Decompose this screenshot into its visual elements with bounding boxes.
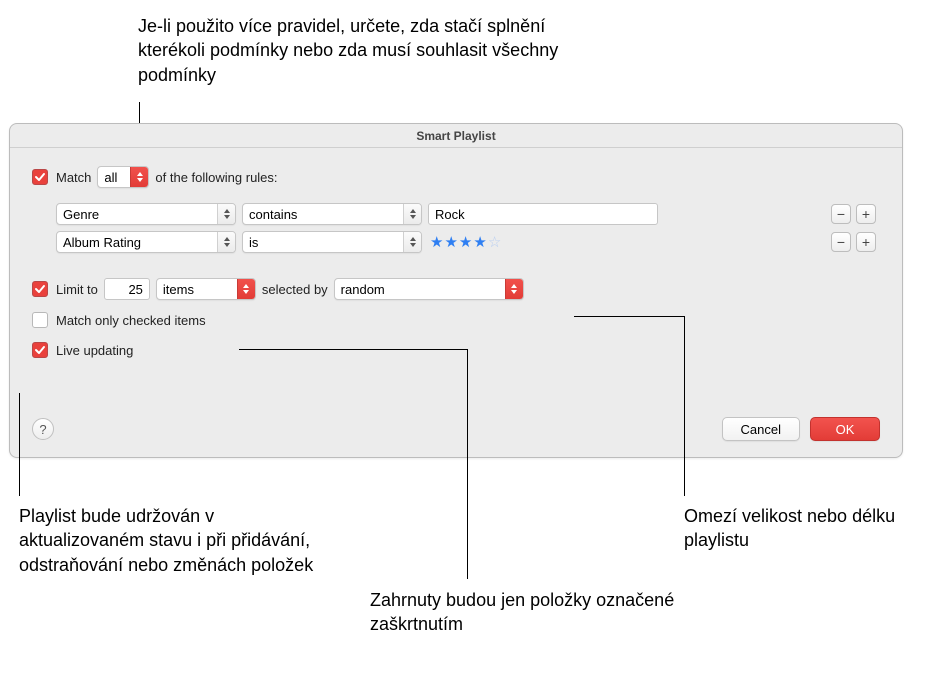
updown-icon — [237, 279, 255, 299]
selected-by-label: selected by — [262, 282, 328, 297]
check-icon — [34, 344, 46, 356]
callout-mid-vline — [467, 349, 468, 579]
rule-op-select[interactable]: is — [242, 231, 422, 253]
smart-playlist-dialog: Smart Playlist Match all of the followin… — [9, 123, 903, 458]
limit-row: Limit to 25 items selected by random — [32, 278, 880, 300]
rating-stars[interactable]: ★ ★ ★ ★ ☆ — [430, 235, 501, 250]
live-updating-row: Live updating — [32, 342, 880, 358]
callout-right-vline — [684, 316, 685, 496]
limit-value-text: 25 — [128, 282, 142, 297]
callout-mid-hline — [239, 349, 467, 350]
add-rule-button[interactable]: + — [856, 232, 876, 252]
limit-label: Limit to — [56, 282, 98, 297]
ok-button[interactable]: OK — [810, 417, 880, 441]
rule-field-value: Album Rating — [63, 235, 211, 250]
check-icon — [34, 171, 46, 183]
match-checked-label: Match only checked items — [56, 313, 206, 328]
updown-icon — [130, 167, 148, 187]
callout-right-hline — [574, 316, 684, 317]
match-mode-value: all — [104, 170, 124, 185]
updown-icon — [505, 279, 523, 299]
limit-unit-select[interactable]: items — [156, 278, 256, 300]
rule-value-text: Rock — [435, 207, 465, 222]
callout-right: Omezí velikost nebo délku playlistu — [684, 504, 904, 553]
rule-buttons: − + — [831, 204, 880, 224]
updown-icon — [403, 232, 421, 252]
callout-top: Je-li použito více pravidel, určete, zda… — [138, 14, 568, 87]
check-icon — [34, 283, 46, 295]
star-outline-icon: ☆ — [488, 235, 501, 250]
match-mode-select[interactable]: all — [97, 166, 149, 188]
selected-by-value: random — [341, 282, 499, 297]
limit-unit-value: items — [163, 282, 231, 297]
rule-op-value: contains — [249, 207, 397, 222]
dialog-footer: ? Cancel OK — [32, 417, 880, 441]
selected-by-select[interactable]: random — [334, 278, 524, 300]
rule-row: Genre contains Rock − + — [56, 200, 880, 228]
match-label-pre: Match — [56, 170, 91, 185]
rule-op-select[interactable]: contains — [242, 203, 422, 225]
limit-value-input[interactable]: 25 — [104, 278, 150, 300]
callout-left-vline — [19, 393, 20, 496]
star-icon: ★ — [430, 235, 443, 250]
rule-value-input[interactable]: Rock — [428, 203, 658, 225]
updown-icon — [217, 232, 235, 252]
cancel-button[interactable]: Cancel — [722, 417, 800, 441]
dialog-title: Smart Playlist — [10, 124, 902, 148]
match-checked-checkbox[interactable] — [32, 312, 48, 328]
callout-mid: Zahrnuty budou jen položky označené zašk… — [370, 588, 690, 637]
rule-field-select[interactable]: Album Rating — [56, 231, 236, 253]
match-checkbox[interactable] — [32, 169, 48, 185]
remove-rule-button[interactable]: − — [831, 204, 851, 224]
star-icon: ★ — [473, 235, 486, 250]
live-updating-checkbox[interactable] — [32, 342, 48, 358]
callout-left: Playlist bude udržován v aktualizovaném … — [19, 504, 329, 577]
rule-row: Album Rating is ★ ★ ★ ★ ☆ − + — [56, 228, 880, 256]
match-checked-row: Match only checked items — [32, 312, 880, 328]
match-label-post: of the following rules: — [155, 170, 277, 185]
rule-buttons: − + — [831, 232, 880, 252]
rule-op-value: is — [249, 235, 397, 250]
match-row: Match all of the following rules: — [32, 166, 880, 188]
updown-icon — [217, 204, 235, 224]
rule-field-value: Genre — [63, 207, 211, 222]
rules-list: Genre contains Rock − + Album Rating — [56, 200, 880, 256]
star-icon: ★ — [459, 235, 472, 250]
add-rule-button[interactable]: + — [856, 204, 876, 224]
rule-field-select[interactable]: Genre — [56, 203, 236, 225]
star-icon: ★ — [444, 235, 457, 250]
remove-rule-button[interactable]: − — [831, 232, 851, 252]
updown-icon — [403, 204, 421, 224]
limit-checkbox[interactable] — [32, 281, 48, 297]
help-button[interactable]: ? — [32, 418, 54, 440]
live-updating-label: Live updating — [56, 343, 133, 358]
